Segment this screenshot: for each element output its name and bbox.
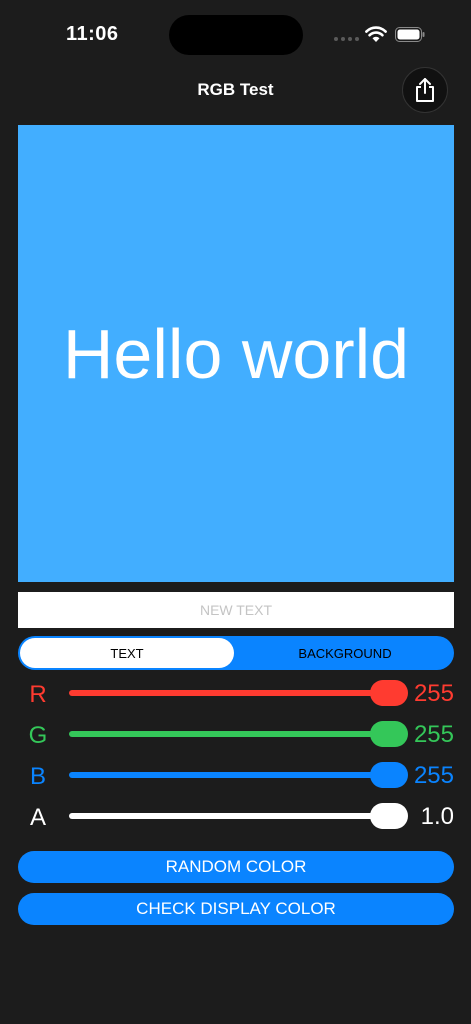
slider-label: R — [29, 681, 47, 708]
slider-row-alpha: A 1.0 — [18, 800, 454, 832]
slider-value: 1.0 — [420, 803, 454, 830]
slider-track[interactable] — [69, 772, 389, 778]
slider-value: 255 — [413, 721, 454, 748]
segment-text[interactable]: TEXT — [20, 638, 234, 668]
slider-value: 255 — [413, 762, 454, 789]
battery-icon — [395, 27, 425, 42]
segment-background[interactable]: BACKGROUND — [238, 638, 452, 668]
share-icon — [416, 78, 434, 102]
status-bar: 11:06 — [0, 0, 471, 70]
slider-track[interactable] — [69, 731, 389, 737]
slider-value: 255 — [413, 680, 454, 707]
preview-text: Hello world — [62, 314, 410, 393]
slider-label: B — [29, 763, 46, 790]
random-color-button[interactable]: RANDOM COLOR — [18, 851, 454, 883]
cellular-signal-icon — [334, 37, 359, 41]
slider-track[interactable] — [69, 690, 389, 696]
target-segmented-control: TEXT BACKGROUND — [18, 636, 454, 670]
slider-row-green: G 255 — [18, 718, 454, 750]
page-title: RGB Test — [197, 80, 274, 99]
dynamic-island — [169, 15, 303, 55]
status-time: 11:06 — [66, 23, 119, 45]
color-preview: Hello world — [18, 125, 454, 582]
new-text-input[interactable] — [18, 592, 454, 628]
wifi-icon — [365, 26, 387, 42]
slider-label: G — [28, 722, 48, 749]
check-display-color-button[interactable]: CHECK DISPLAY COLOR — [18, 893, 454, 925]
slider-row-red: R 255 — [18, 677, 454, 709]
slider-track[interactable] — [69, 813, 389, 819]
slider-label: A — [29, 804, 46, 831]
slider-row-blue: B 255 — [18, 759, 454, 791]
share-button[interactable] — [402, 67, 448, 113]
